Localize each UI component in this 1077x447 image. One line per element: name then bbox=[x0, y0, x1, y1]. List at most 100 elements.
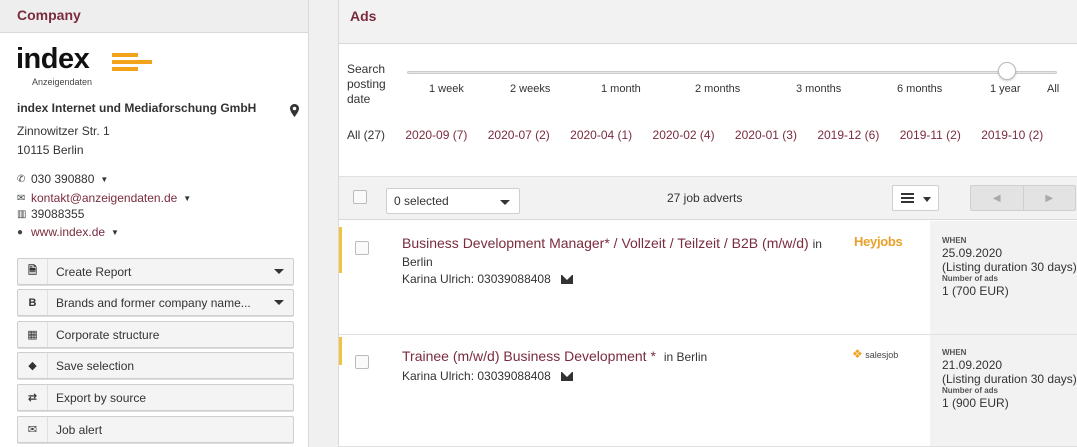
month-filter-item[interactable]: 2020-02 (4) bbox=[653, 128, 715, 142]
source-logo-heyjobs[interactable]: Heyjobs bbox=[854, 234, 903, 249]
slider-tick[interactable]: 1 week bbox=[429, 83, 464, 95]
ad-duration: (Listing duration 30 days) bbox=[942, 372, 1077, 386]
month-filter-all[interactable]: All (27) bbox=[347, 128, 385, 142]
caret-down-icon bbox=[274, 300, 284, 305]
envelope-icon: ✉ bbox=[17, 192, 26, 204]
number-of-ads-value: 1 (900 EUR) bbox=[942, 396, 1009, 410]
number-of-ads-value: 1 (700 EUR) bbox=[942, 284, 1009, 298]
month-filter-item[interactable]: 2019-10 (2) bbox=[981, 128, 1043, 142]
save-selection-label: Save selection bbox=[56, 358, 135, 373]
when-label: WHEN bbox=[942, 348, 967, 357]
ad-title[interactable]: Trainee (m/w/d) Business Development * i… bbox=[402, 348, 822, 366]
month-filter-item[interactable]: 2019-12 (6) bbox=[817, 128, 879, 142]
month-filter-item[interactable]: 2020-04 (1) bbox=[570, 128, 632, 142]
salesjob-logo-text: salesjob bbox=[865, 350, 899, 360]
job-alert-button[interactable]: ✉ Job alert bbox=[17, 416, 294, 443]
company-logo: index Anzeigendaten bbox=[16, 44, 166, 90]
phone-number: 030 390880 bbox=[31, 172, 95, 186]
fax-row: ▥ 39088355 bbox=[17, 207, 84, 221]
ad-title-text[interactable]: Trainee (m/w/d) Business Development bbox=[402, 348, 647, 364]
ad-contact-text: Karina Ulrich: 03039088408 bbox=[402, 369, 551, 383]
ad-title-text[interactable]: Business Development Manager* / Vollzeit… bbox=[402, 235, 809, 251]
map-pin-icon[interactable] bbox=[290, 104, 299, 117]
exchange-icon: ⇄ bbox=[18, 385, 48, 410]
ad-contact-text: Karina Ulrich: 03039088408 bbox=[402, 272, 551, 286]
ad-contact: Karina Ulrich: 03039088408 bbox=[402, 272, 573, 286]
slider-tick[interactable]: 2 weeks bbox=[510, 83, 550, 95]
source-logo-salesjob[interactable]: ❖ salesjob bbox=[852, 347, 898, 361]
slider-handle[interactable] bbox=[998, 62, 1016, 80]
list-icon bbox=[901, 193, 914, 203]
month-filter-item[interactable]: 2020-01 (3) bbox=[735, 128, 797, 142]
save-selection-button[interactable]: ◆ Save selection bbox=[17, 352, 294, 379]
chevron-down-icon[interactable]: ▼ bbox=[111, 228, 119, 237]
salesjob-logo-mark: ❖ bbox=[852, 347, 863, 361]
corporate-structure-button[interactable]: ▦ Corporate structure bbox=[17, 321, 294, 348]
ad-title[interactable]: Business Development Manager* / Vollzeit… bbox=[402, 235, 822, 271]
ad-details: WHEN 21.09.2020 (Listing duration 30 day… bbox=[930, 335, 1077, 446]
export-by-source-label: Export by source bbox=[56, 390, 147, 405]
envelope-icon: ✉ bbox=[18, 417, 48, 442]
job-advert-count: 27 job adverts bbox=[667, 191, 743, 205]
email-link[interactable]: kontakt@anzeigendaten.de bbox=[31, 191, 177, 205]
chevron-down-icon[interactable]: ▼ bbox=[100, 175, 108, 184]
ad-row[interactable]: Business Development Manager* / Vollzeit… bbox=[339, 221, 1077, 335]
create-report-button[interactable]: 🗎 Create Report bbox=[17, 258, 294, 285]
slider-tick[interactable]: 6 months bbox=[897, 83, 942, 95]
envelope-icon[interactable] bbox=[560, 274, 573, 284]
website-row[interactable]: ● www.index.de ▼ bbox=[17, 225, 119, 239]
ad-location: in Berlin bbox=[663, 350, 708, 364]
slider-track[interactable] bbox=[407, 71, 1057, 74]
slider-tick[interactable]: 1 month bbox=[601, 83, 641, 95]
create-report-label: Create Report bbox=[56, 264, 132, 279]
logo-bar bbox=[112, 67, 138, 71]
chevron-down-icon[interactable]: ▼ bbox=[183, 194, 191, 203]
month-filter-item[interactable]: 2020-09 (7) bbox=[405, 128, 467, 142]
logo-bar bbox=[112, 53, 138, 57]
fax-icon: ▥ bbox=[17, 208, 27, 220]
export-by-source-button[interactable]: ⇄ Export by source bbox=[17, 384, 294, 411]
brands-label: Brands and former company name... bbox=[56, 295, 251, 310]
month-filter-item[interactable]: 2019-11 (2) bbox=[900, 128, 961, 142]
ad-checkbox[interactable] bbox=[355, 355, 369, 369]
ads-panel: Ads Search posting date 1 week 2 weeks 1… bbox=[338, 0, 1077, 447]
select-all-checkbox[interactable] bbox=[353, 190, 367, 204]
caret-down-icon bbox=[274, 269, 284, 274]
job-alert-label: Job alert bbox=[56, 422, 103, 437]
email-row[interactable]: ✉ kontakt@anzeigendaten.de ▼ bbox=[17, 191, 191, 205]
phone-row[interactable]: ✆ 030 390880 ▼ bbox=[17, 172, 108, 186]
month-filter-item[interactable]: 2020-07 (2) bbox=[488, 128, 550, 142]
ad-contact: Karina Ulrich: 03039088408 bbox=[402, 369, 573, 383]
envelope-icon[interactable] bbox=[560, 371, 573, 381]
ads-panel-header: Ads bbox=[339, 0, 1077, 44]
fax-number: 39088355 bbox=[31, 207, 85, 221]
logo-word: index bbox=[16, 43, 90, 75]
brand-icon: B bbox=[18, 290, 48, 315]
slider-tick[interactable]: 2 months bbox=[695, 83, 740, 95]
prev-page-button[interactable]: ◀ bbox=[971, 186, 1024, 210]
caret-down-icon bbox=[500, 200, 510, 205]
ad-details: WHEN 25.09.2020 (Listing duration 30 day… bbox=[930, 221, 1077, 334]
tag-icon: ◆ bbox=[18, 353, 48, 378]
ad-date: 25.09.2020 bbox=[942, 246, 1003, 260]
slider-tick[interactable]: All bbox=[1047, 83, 1059, 95]
number-of-ads-label: Number of ads bbox=[942, 274, 999, 283]
logo-bar bbox=[112, 60, 152, 64]
posting-date-slider[interactable]: Search posting date 1 week 2 weeks 1 mon… bbox=[339, 44, 1077, 112]
ad-checkbox[interactable] bbox=[355, 241, 369, 255]
slider-tick[interactable]: 1 year bbox=[990, 83, 1021, 95]
brands-button[interactable]: B Brands and former company name... bbox=[17, 289, 294, 316]
next-page-button[interactable]: ▶ bbox=[1024, 186, 1076, 210]
view-menu-button[interactable] bbox=[892, 185, 939, 211]
slider-label: Search posting date bbox=[347, 62, 386, 106]
selection-dropdown[interactable]: 0 selected bbox=[386, 188, 520, 214]
caret-down-icon bbox=[923, 197, 931, 202]
address-street: Zinnowitzer Str. 1 bbox=[17, 124, 110, 138]
globe-icon: ● bbox=[17, 226, 24, 238]
website-link[interactable]: www.index.de bbox=[31, 225, 105, 239]
address-city: 10115 Berlin bbox=[17, 143, 84, 157]
when-label: WHEN bbox=[942, 236, 967, 245]
company-panel: Company index Anzeigendaten index Intern… bbox=[0, 0, 309, 447]
ad-row[interactable]: Trainee (m/w/d) Business Development * i… bbox=[339, 335, 1077, 447]
slider-tick[interactable]: 3 months bbox=[796, 83, 841, 95]
